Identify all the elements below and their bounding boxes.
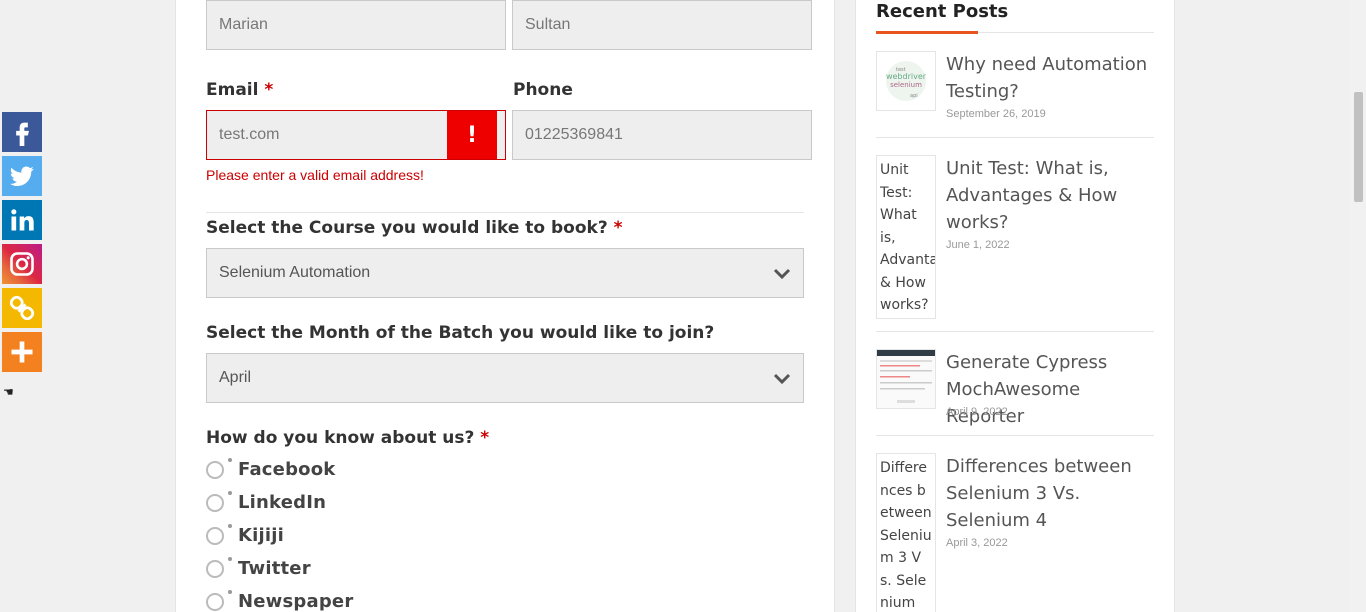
twitter-share-button[interactable] xyxy=(2,156,42,196)
course-label: Select the Course you would like to book… xyxy=(206,218,623,238)
post-thumbnail[interactable]: webdriver selenium test api xyxy=(876,51,936,111)
booking-form: Marian Sultan Email * Phone test.com ! 0… xyxy=(175,0,835,612)
phone-label: Phone xyxy=(513,80,573,100)
divider xyxy=(876,137,1154,138)
post-thumbnail[interactable]: Unit Test: What is, Advantages & How wor… xyxy=(876,155,936,319)
recent-post-item[interactable]: Generate Cypress MochAwesome Reporter Ap… xyxy=(876,349,1154,429)
post-thumbnail[interactable] xyxy=(876,349,936,409)
first-name-value: Marian xyxy=(219,16,268,33)
post-title-link[interactable]: Unit Test: What is, Advantages & How wor… xyxy=(946,155,1156,236)
radio-label: Newspaper xyxy=(238,591,354,612)
copy-link-button[interactable] xyxy=(2,288,42,328)
last-name-input[interactable]: Sultan xyxy=(512,0,812,50)
radio-option-twitter[interactable]: Twitter xyxy=(206,556,311,579)
email-field[interactable]: test.com ! xyxy=(206,110,506,160)
last-name-value: Sultan xyxy=(525,16,571,33)
post-title-link[interactable]: Differences between Selenium 3 Vs. Selen… xyxy=(946,453,1156,534)
phone-value: 01225369841 xyxy=(525,126,623,143)
post-title-link[interactable]: Why need Automation Testing? xyxy=(946,51,1156,105)
recent-post-item[interactable]: Unit Test: What is, Advantages & How wor… xyxy=(876,155,1154,325)
svg-text:api: api xyxy=(910,93,918,99)
radio-label: Twitter xyxy=(238,558,311,579)
recent-posts-title: Recent Posts xyxy=(876,1,1009,22)
course-select-value: Selenium Automation xyxy=(219,264,371,281)
month-select[interactable]: April xyxy=(206,353,804,403)
radio-button[interactable] xyxy=(206,592,224,611)
instagram-share-button[interactable] xyxy=(2,244,42,284)
error-icon: ! xyxy=(447,111,497,159)
radio-button[interactable] xyxy=(206,493,224,512)
post-date: September 26, 2019 xyxy=(946,108,1046,120)
more-share-button[interactable] xyxy=(2,332,42,372)
chevron-down-icon xyxy=(773,268,791,280)
bullet-icon xyxy=(228,589,232,594)
recent-post-item[interactable]: webdriver selenium test api Why need Aut… xyxy=(876,51,1154,131)
post-thumbnail[interactable]: Differences between Selenium 3 Vs. Selen… xyxy=(876,453,936,612)
email-value: test.com xyxy=(219,126,280,143)
bullet-icon xyxy=(228,556,232,561)
svg-text:webdriver: webdriver xyxy=(886,72,927,81)
post-date: April 3, 2022 xyxy=(946,537,1008,549)
svg-text:selenium: selenium xyxy=(890,81,922,89)
email-label: Email * xyxy=(206,80,274,100)
radio-button[interactable] xyxy=(206,460,224,479)
svg-text:test: test xyxy=(896,67,906,73)
radio-button[interactable] xyxy=(206,559,224,578)
radio-label: LinkedIn xyxy=(238,492,327,513)
month-label: Select the Month of the Batch you would … xyxy=(206,323,715,343)
radio-option-linkedin[interactable]: LinkedIn xyxy=(206,490,327,513)
title-accent-bar xyxy=(876,31,978,34)
link-icon xyxy=(9,295,35,321)
report-screenshot-thumbnail xyxy=(877,350,935,408)
required-marker: * xyxy=(613,218,623,238)
facebook-share-button[interactable] xyxy=(2,112,42,152)
month-select-value: April xyxy=(219,369,252,386)
word-cloud-thumbnail: webdriver selenium test api xyxy=(886,61,927,101)
recent-posts-sidebar: Recent Posts webdriver selenium test api… xyxy=(855,0,1175,612)
first-name-input[interactable]: Marian xyxy=(206,0,506,50)
hand-pointer-icon[interactable]: ☚ xyxy=(3,385,14,399)
source-label: How do you know about us? * xyxy=(206,428,490,448)
linkedin-share-button[interactable] xyxy=(2,200,42,240)
email-error-message: Please enter a valid email address! xyxy=(206,167,424,183)
required-marker: * xyxy=(480,428,490,448)
radio-button[interactable] xyxy=(206,526,224,545)
instagram-icon xyxy=(10,252,34,276)
bullet-icon xyxy=(228,457,232,462)
social-share-bar xyxy=(2,112,42,376)
recent-post-item[interactable]: Differences between Selenium 3 Vs. Selen… xyxy=(876,453,1154,612)
chevron-down-icon xyxy=(773,373,791,385)
divider xyxy=(206,212,804,213)
page-scrollbar[interactable] xyxy=(1350,0,1366,612)
divider xyxy=(876,331,1154,332)
phone-field[interactable]: 01225369841 xyxy=(512,110,812,160)
radio-label: Facebook xyxy=(238,459,336,480)
divider xyxy=(876,435,1154,436)
linkedin-icon xyxy=(11,209,34,231)
bullet-icon xyxy=(228,523,232,528)
facebook-icon xyxy=(16,122,29,146)
post-date: April 9, 2022 xyxy=(946,406,1008,418)
bullet-icon xyxy=(228,490,232,495)
radio-option-kijiji[interactable]: Kijiji xyxy=(206,523,284,546)
radio-option-newspaper[interactable]: Newspaper xyxy=(206,589,354,612)
required-marker: * xyxy=(264,80,274,100)
course-select[interactable]: Selenium Automation xyxy=(206,248,804,298)
twitter-icon xyxy=(9,166,34,187)
radio-option-facebook[interactable]: Facebook xyxy=(206,457,336,480)
plus-icon xyxy=(11,341,33,363)
post-date: June 1, 2022 xyxy=(946,239,1010,251)
scrollbar-thumb[interactable] xyxy=(1354,92,1363,202)
radio-label: Kijiji xyxy=(238,525,284,546)
